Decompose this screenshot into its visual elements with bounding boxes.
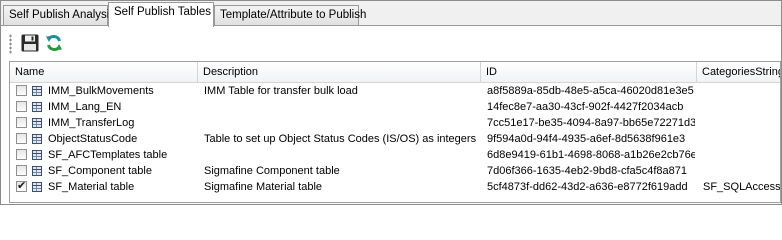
row-name: SF_Component table (48, 165, 152, 177)
tables-grid: Name Description ID CategoriesString IMM… (9, 61, 781, 203)
save-icon (21, 34, 39, 52)
table-icon (32, 134, 42, 144)
tab-template-attribute-to-publish[interactable]: Template/Attribute to Publish (214, 5, 366, 25)
row-categories (703, 99, 780, 115)
row-checkbox[interactable] (16, 133, 27, 144)
row-categories (703, 131, 780, 147)
row-description (204, 147, 480, 163)
row-id: 9f594a0d-94f4-4935-a6ef-8d5638f961e3 (487, 133, 686, 145)
row-id: 6d8e9419-61b1-4698-8068-a1b26e2cb76e (487, 149, 695, 161)
row-name: IMM_BulkMovements (48, 85, 154, 97)
tab-strip: Self Publish Analysis Self Publish Table… (1, 1, 781, 27)
row-description (204, 115, 480, 131)
row-checkbox[interactable]: ✔ (16, 180, 27, 192)
tab-self-publish-analysis[interactable]: Self Publish Analysis (3, 5, 115, 25)
column-header-categories[interactable]: CategoriesString (697, 62, 780, 82)
toolbar-grip[interactable] (9, 34, 12, 54)
row-id: 7d06f366-1635-4eb2-9bd8-cfa5c4f8a871 (487, 165, 687, 177)
row-categories (703, 115, 780, 131)
row-checkbox[interactable] (16, 149, 27, 160)
row-name: IMM_Lang_EN (48, 101, 122, 113)
row-id: a8f5889a-85db-48e5-a5ca-46020d81e3e5 (487, 85, 694, 97)
tables-panel: Name Description ID CategoriesString IMM… (1, 26, 781, 204)
row-checkbox[interactable] (16, 165, 27, 176)
table-row[interactable]: IMM_BulkMovements IMM Table for transfer… (10, 83, 780, 99)
table-icon (32, 150, 42, 160)
save-button[interactable] (18, 31, 42, 55)
row-name: ObjectStatusCode (48, 133, 138, 145)
table-icon (32, 182, 42, 192)
refresh-button[interactable] (42, 31, 66, 55)
row-categories: SF_SQLAccess; (703, 181, 780, 193)
checkmark-icon: ✔ (17, 180, 27, 192)
table-row[interactable]: ✔ SF_Material table Sigmafine Material t… (10, 179, 780, 195)
toolbar (6, 29, 776, 57)
row-description: Sigmafine Component table (204, 165, 340, 177)
tab-self-publish-tables[interactable]: Self Publish Tables (108, 2, 214, 27)
column-header-id[interactable]: ID (481, 62, 697, 82)
column-header-description[interactable]: Description (198, 62, 481, 82)
refresh-icon (46, 34, 62, 52)
row-description: IMM Table for transfer bulk load (204, 85, 358, 97)
row-name: SF_AFCTemplates table (48, 149, 168, 161)
row-checkbox[interactable] (16, 101, 27, 112)
row-name: IMM_TransferLog (48, 117, 135, 129)
row-categories (703, 163, 780, 179)
row-categories (703, 83, 780, 99)
table-row[interactable]: IMM_Lang_EN 14fec8e7-aa30-43cf-902f-4427… (10, 99, 780, 115)
table-icon (32, 102, 42, 112)
table-icon (32, 86, 42, 96)
table-row[interactable]: ObjectStatusCode Table to set up Object … (10, 131, 780, 147)
row-checkbox[interactable] (16, 85, 27, 96)
row-description: Sigmafine Material table (204, 181, 323, 193)
table-row[interactable]: SF_AFCTemplates table 6d8e9419-61b1-4698… (10, 147, 780, 163)
grid-header: Name Description ID CategoriesString (10, 62, 780, 83)
row-categories (703, 147, 780, 163)
table-row[interactable]: SF_Component table Sigmafine Component t… (10, 163, 780, 179)
self-publish-window: Self Publish Analysis Self Publish Table… (0, 0, 782, 205)
row-id: 5cf4873f-dd62-43d2-a636-e8772f619add (487, 181, 688, 193)
row-description: Table to set up Object Status Codes (IS/… (204, 133, 477, 145)
row-id: 14fec8e7-aa30-43cf-902f-4427f2034acb (487, 101, 684, 113)
column-header-name[interactable]: Name (10, 62, 198, 82)
table-icon (32, 118, 42, 128)
row-description (204, 99, 480, 115)
row-name: SF_Material table (48, 181, 135, 193)
table-icon (32, 166, 42, 176)
row-id: 7cc51e17-be35-4094-8a97-bb65e72271d3 (487, 117, 695, 129)
table-row[interactable]: IMM_TransferLog 7cc51e17-be35-4094-8a97-… (10, 115, 780, 131)
row-checkbox[interactable] (16, 117, 27, 128)
